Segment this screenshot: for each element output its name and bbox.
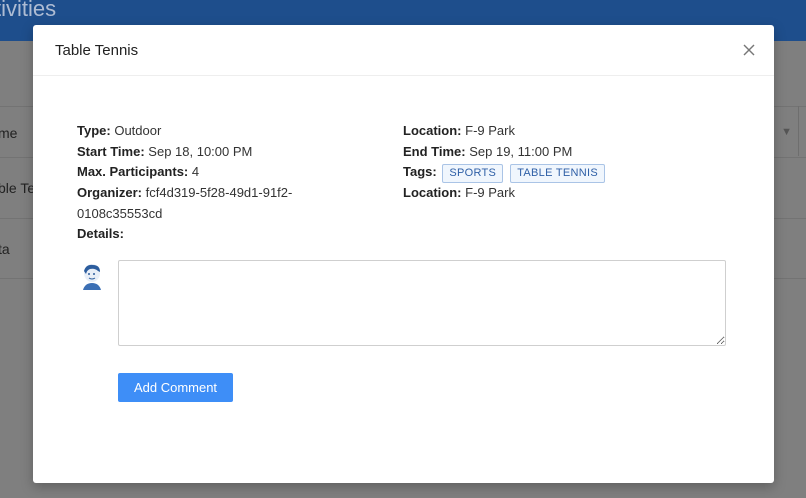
table-row: ble Te	[0, 180, 36, 196]
max-participants-field: Max. Participants: 4	[77, 164, 199, 180]
location-value: F-9 Park	[465, 123, 515, 138]
type-field: Type: Outdoor	[77, 123, 161, 139]
organizer-field: Organizer: fcf4d319-5f28-49d1-91f2-	[77, 185, 292, 201]
end-time-label: End Time:	[403, 144, 466, 159]
close-button[interactable]	[740, 41, 758, 59]
filter-icon: ▼	[781, 126, 792, 138]
organizer-value-cont: 0108c35553cd	[77, 206, 163, 221]
tags-field: Tags: SPORTS TABLE TENNIS	[403, 164, 610, 183]
max-participants-value: 4	[191, 164, 200, 179]
user-avatar	[80, 263, 104, 291]
close-icon	[743, 44, 755, 56]
location-field: Location: F-9 Park	[403, 123, 515, 139]
tag-sports: SPORTS	[442, 164, 504, 183]
location-value-2: F-9 Park	[465, 185, 515, 200]
activity-modal: Table Tennis Type: Outdoor Start Time: S…	[33, 25, 774, 483]
column-divider	[798, 106, 799, 156]
start-time-value: Sep 18, 10:00 PM	[148, 144, 253, 159]
location-label-2: Location:	[403, 185, 462, 200]
tag-table-tennis: TABLE TENNIS	[510, 164, 606, 183]
organizer-value: fcf4d319-5f28-49d1-91f2-	[145, 185, 293, 200]
modal-header: Table Tennis	[33, 25, 774, 76]
start-time-label: Start Time:	[77, 144, 145, 159]
type-value: Outdoor	[114, 123, 162, 138]
table-column-header: me	[0, 125, 18, 141]
start-time-field: Start Time: Sep 18, 10:00 PM	[77, 144, 252, 160]
end-time-field: End Time: Sep 19, 11:00 PM	[403, 144, 572, 160]
app-title: ctivities	[0, 0, 57, 21]
organizer-label: Organizer:	[77, 185, 143, 200]
location-label: Location:	[403, 123, 462, 138]
details-field: Details:	[77, 226, 124, 242]
add-comment-button[interactable]: Add Comment	[118, 373, 233, 402]
details-label: Details:	[77, 226, 124, 241]
type-label: Type:	[77, 123, 111, 138]
location-field-2: Location: F-9 Park	[403, 185, 515, 201]
modal-title: Table Tennis	[55, 42, 139, 59]
table-row: ta	[0, 241, 10, 257]
end-time-value: Sep 19, 11:00 PM	[469, 144, 573, 159]
max-participants-label: Max. Participants:	[77, 164, 189, 179]
tags-label: Tags:	[403, 164, 437, 179]
comment-input[interactable]	[118, 260, 726, 346]
